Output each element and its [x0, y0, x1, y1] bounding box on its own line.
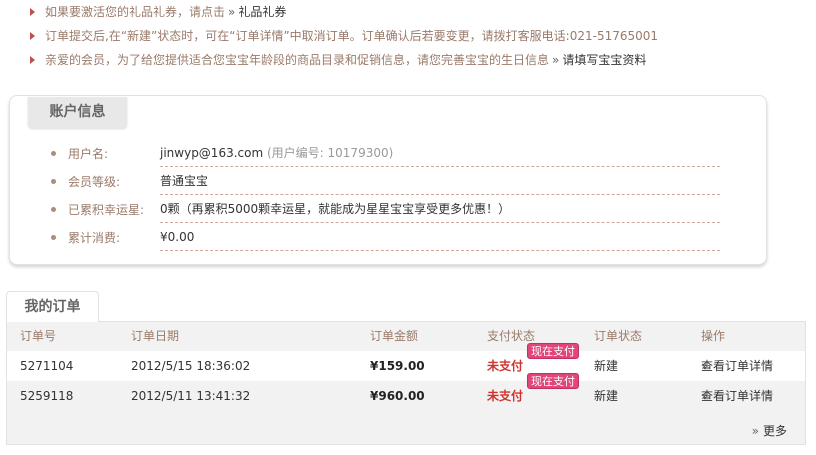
order-status: 新建 — [594, 389, 619, 403]
column-header: 订单日期 — [131, 329, 180, 343]
account-label: 会员等级: — [68, 175, 121, 189]
notice-text: 如果要激活您的礼品礼券，请点击 — [45, 5, 226, 19]
pay-status: 未支付 — [487, 359, 524, 373]
order-amount: ¥960.00 — [370, 389, 425, 403]
account-value: 普通宝宝 — [160, 168, 720, 195]
notice-text: 订单提交后,在“新建”状态时，可在“订单详情”中取消订单。订单确认后若要变更，请… — [45, 29, 659, 43]
chevron-right-icon: » — [228, 5, 236, 19]
order-id: 5271104 — [20, 359, 74, 373]
chevron-right-icon: » — [552, 53, 560, 67]
account-row-username: 用户名: jinwyp@163.com (用户编号: 10179300) — [10, 140, 768, 168]
order-date: 2012/5/11 13:41:32 — [131, 389, 251, 403]
triangle-bullet-icon — [30, 7, 35, 16]
table-header: 订单号 订单日期 订单金额 支付状态 订单状态 操作 — [7, 322, 805, 351]
user-id-value: (用户编号: 10179300) — [266, 146, 394, 160]
baby-info-link[interactable]: 请填写宝宝资料 — [562, 53, 646, 67]
dot-bullet-icon — [51, 179, 56, 184]
account-value: 0颗（再累积5000颗幸运星，就能成为星星宝宝享受更多优惠！） — [160, 196, 720, 223]
account-value: ¥0.00 — [160, 224, 720, 251]
column-header: 订单状态 — [594, 329, 643, 343]
more-label: 更多 — [762, 424, 787, 438]
gift-coupon-link[interactable]: 礼品礼券 — [238, 5, 286, 19]
account-label: 已累积幸运星: — [68, 203, 145, 217]
account-label: 累计消费: — [68, 231, 121, 245]
table-row: 5271104 2012/5/15 18:36:02 ¥159.00 未支付 现… — [7, 343, 805, 381]
account-info-title: 账户信息 — [28, 97, 127, 128]
username-value: jinwyp@163.com — [160, 146, 264, 160]
pay-now-button[interactable]: 现在支付 — [527, 343, 579, 359]
triangle-bullet-icon — [30, 55, 35, 64]
pay-status: 未支付 — [487, 389, 524, 403]
my-orders-panel: 我的订单 订单号 订单日期 订单金额 支付状态 订单状态 操作 5271104 … — [6, 290, 806, 445]
notice-item: 亲爱的会员，为了给您提供适合您宝宝年龄段的商品目录和促销信息，请您完善宝宝的生日… — [30, 48, 810, 72]
account-row-spending: 累计消费: ¥0.00 — [10, 224, 768, 252]
my-orders-tab[interactable]: 我的订单 — [6, 291, 99, 322]
order-id: 5259118 — [20, 389, 74, 403]
account-info-panel: 账户信息 用户名: jinwyp@163.com (用户编号: 10179300… — [9, 95, 767, 265]
column-header: 订单号 — [20, 329, 57, 343]
action-label: 查看订单详情 — [701, 359, 774, 373]
order-amount: ¥159.00 — [370, 359, 425, 373]
column-header: 操作 — [701, 329, 726, 343]
notice-item: 订单提交后,在“新建”状态时，可在“订单详情”中取消订单。订单确认后若要变更，请… — [30, 24, 810, 48]
order-status: 新建 — [594, 359, 619, 373]
more-orders-link[interactable]: » 更多 — [752, 422, 787, 439]
chevron-right-icon: » — [751, 424, 759, 438]
dot-bullet-icon — [51, 235, 56, 240]
account-row-level: 会员等级: 普通宝宝 — [10, 168, 768, 196]
action-label: 查看订单详情 — [701, 389, 774, 403]
column-header: 订单金额 — [370, 329, 419, 343]
dot-bullet-icon — [51, 207, 56, 212]
orders-table: 订单号 订单日期 订单金额 支付状态 订单状态 操作 5271104 2012/… — [6, 321, 806, 445]
table-row: 5259118 2012/5/11 13:41:32 ¥960.00 未支付 现… — [7, 373, 805, 411]
pay-now-button[interactable]: 现在支付 — [527, 373, 579, 389]
notice-item: 如果要激活您的礼品礼券，请点击» 礼品礼券 — [30, 0, 810, 24]
triangle-bullet-icon — [30, 31, 35, 40]
order-date: 2012/5/15 18:36:02 — [131, 359, 251, 373]
account-value: jinwyp@163.com (用户编号: 10179300) — [160, 140, 720, 167]
notice-text: 亲爱的会员，为了给您提供适合您宝宝年龄段的商品目录和促销信息，请您完善宝宝的生日… — [45, 53, 550, 67]
account-label: 用户名: — [68, 147, 109, 161]
notice-list: 如果要激活您的礼品礼券，请点击» 礼品礼券 订单提交后,在“新建”状态时，可在“订… — [30, 0, 810, 72]
dot-bullet-icon — [51, 151, 56, 156]
account-row-stars: 已累积幸运星: 0颗（再累积5000颗幸运星，就能成为星星宝宝享受更多优惠！） — [10, 196, 768, 224]
